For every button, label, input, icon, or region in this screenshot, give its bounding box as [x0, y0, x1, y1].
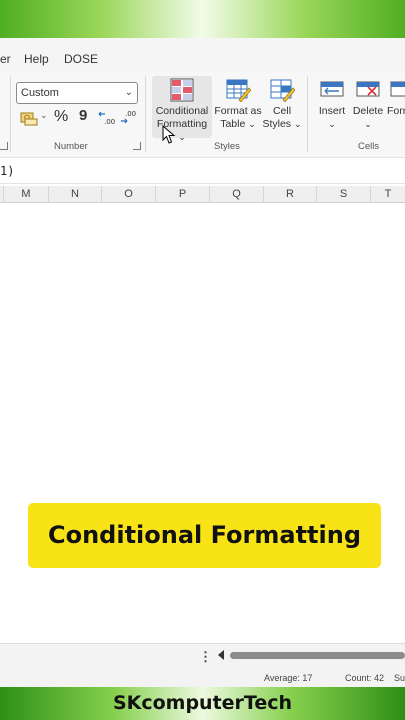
number-dialog-launcher-icon[interactable]: [133, 142, 141, 150]
cell-styles-button[interactable]: Cell Styles ⌄: [262, 76, 302, 131]
video-top-band: [0, 0, 405, 38]
scroll-left-icon[interactable]: [218, 650, 224, 660]
format-as-table-label-1: Format as: [214, 105, 262, 117]
column-header[interactable]: R: [264, 186, 317, 203]
title-banner: Conditional Formatting: [28, 503, 381, 568]
cell-styles-icon: [270, 79, 295, 102]
sheet-tab-bar: ⋮: [0, 643, 405, 669]
format-cells-button[interactable]: Forr: [387, 76, 405, 118]
currency-icon: [20, 112, 38, 126]
menu-bar: er Help DOSE: [0, 38, 405, 72]
format-as-table-label-2: Table: [220, 118, 246, 130]
conditional-formatting-label-1: Conditional: [155, 105, 209, 117]
chevron-down-icon: ⌄: [124, 87, 133, 98]
horizontal-scrollbar[interactable]: [230, 652, 405, 659]
percent-style-button[interactable]: %: [54, 108, 68, 128]
conditional-formatting-icon: [170, 78, 194, 102]
column-header[interactable]: N: [49, 186, 102, 203]
chevron-down-icon: ⌄: [40, 110, 48, 120]
status-average: Average: 17: [264, 673, 313, 683]
chevron-down-icon: ⌄: [364, 119, 372, 129]
delete-cells-icon: [356, 81, 380, 97]
cell-styles-label-1: Cell: [272, 105, 292, 117]
delete-label: Delete: [352, 105, 384, 117]
format-cells-icon: [390, 81, 405, 97]
cells-group-label: Cells: [358, 141, 380, 152]
dialog-launcher-icon[interactable]: [0, 142, 8, 150]
conditional-formatting-button[interactable]: Conditional Formatting ⌄: [152, 76, 212, 142]
ribbon: Custom ⌄ ⌄ % 9 .00 .00 Number Conditiona…: [0, 72, 405, 158]
svg-text:.00: .00: [125, 110, 136, 118]
channel-brand: SKcomputerTech: [0, 687, 405, 720]
insert-cells-button[interactable]: Insert ⌄: [314, 76, 350, 131]
menu-item-dose[interactable]: DOSE: [64, 52, 98, 66]
column-header[interactable]: S: [317, 186, 371, 203]
column-header[interactable]: O: [102, 186, 156, 203]
currency-format-button[interactable]: ⌄: [20, 110, 48, 130]
menu-item-partial[interactable]: er: [0, 52, 11, 66]
chevron-down-icon: ⌄: [178, 132, 186, 142]
column-header[interactable]: Q: [210, 186, 264, 203]
mouse-pointer-icon: [162, 125, 176, 144]
status-bar: Average: 17 Count: 42 Sum: [0, 669, 405, 687]
more-options-icon[interactable]: ⋮: [199, 649, 212, 665]
menu-item-help[interactable]: Help: [24, 52, 49, 66]
number-format-value: Custom: [21, 87, 59, 99]
delete-cells-button[interactable]: Delete ⌄: [351, 76, 385, 131]
worksheet-grid[interactable]: [0, 203, 405, 643]
svg-text:.00: .00: [104, 118, 115, 126]
increase-decimal-button[interactable]: .00: [97, 109, 117, 129]
styles-group-label: Styles: [214, 141, 240, 152]
ribbon-separator: [10, 76, 11, 152]
status-count: Count: 42: [345, 673, 385, 683]
insert-label: Insert: [318, 105, 346, 117]
column-header[interactable]: P: [156, 186, 210, 203]
insert-cells-icon: [320, 81, 344, 97]
format-as-table-button[interactable]: Format as Table ⌄: [214, 76, 262, 131]
status-sum: Sum: [394, 673, 405, 683]
ribbon-separator: [145, 76, 146, 152]
formula-text: 1): [0, 164, 15, 178]
decrease-decimal-button[interactable]: .00: [119, 109, 139, 129]
chevron-down-icon: ⌄: [293, 119, 302, 129]
number-format-dropdown[interactable]: Custom ⌄: [16, 82, 138, 104]
format-label: Forr: [387, 105, 405, 117]
chevron-down-icon: ⌄: [328, 119, 336, 129]
column-header[interactable]: T: [371, 186, 405, 203]
chevron-down-icon: ⌄: [248, 119, 256, 129]
cell-styles-label-2: Styles: [262, 118, 292, 130]
number-group-label: Number: [54, 141, 88, 152]
column-header-row: M N O P Q R S T: [0, 186, 405, 203]
decrease-decimal-icon: .00: [121, 110, 136, 124]
increase-decimal-icon: .00: [98, 111, 115, 126]
column-header[interactable]: M: [4, 186, 49, 203]
ribbon-separator: [307, 76, 308, 152]
formula-bar[interactable]: 1): [0, 158, 405, 184]
format-as-table-icon: [226, 79, 251, 102]
comma-style-button[interactable]: 9: [79, 107, 87, 127]
